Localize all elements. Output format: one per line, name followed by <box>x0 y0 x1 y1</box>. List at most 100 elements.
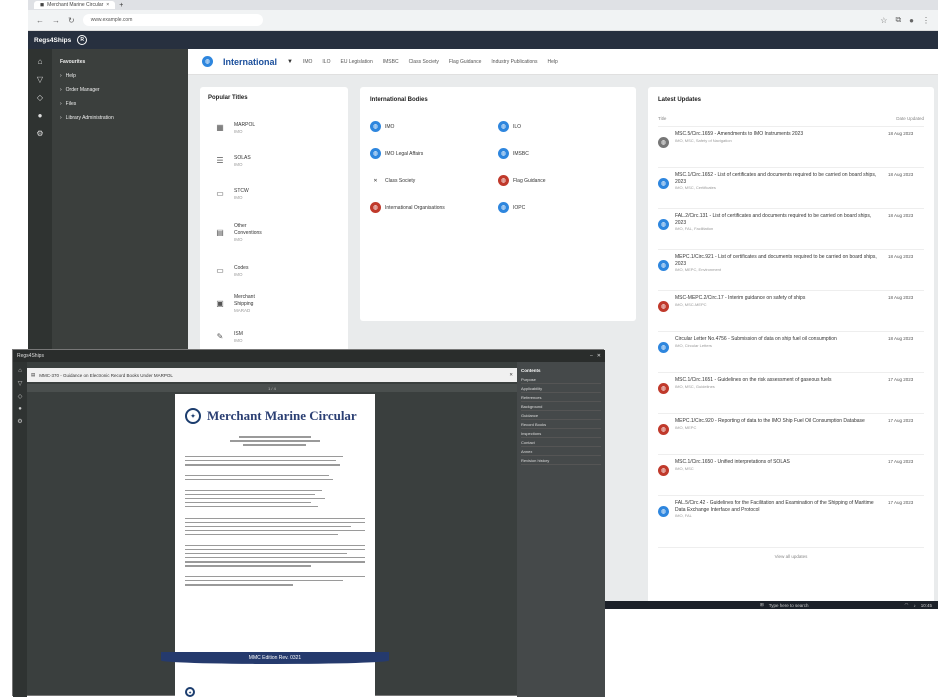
table-row[interactable]: ◍ FAL.5/Circ.42 - Guidelines for the Faci… <box>658 496 924 548</box>
minimize-icon[interactable]: – <box>590 353 593 359</box>
new-tab-button[interactable]: + <box>119 2 123 9</box>
settings-icon[interactable]: ⚙ <box>17 418 22 425</box>
profile-icon[interactable]: ● <box>38 111 43 120</box>
browser-menu-icon[interactable]: ⋮ <box>922 16 930 25</box>
popular-item[interactable]: ▤ Other Conventions IMO <box>208 210 340 254</box>
contents-item[interactable]: Applicability <box>521 384 601 393</box>
nav-link-flag[interactable]: Flag Guidance <box>449 59 482 65</box>
forward-icon[interactable]: → <box>52 16 60 25</box>
contents-item[interactable]: Record Books <box>521 420 601 429</box>
table-row[interactable]: ◍ MSC.5/Circ.1659 - Amendments to IMO Ins… <box>658 127 924 168</box>
contents-item[interactable]: Purpose <box>521 375 601 384</box>
org-link-flag[interactable]: ◍ Flag Guidance <box>498 175 626 186</box>
international-bodies-card: International Bodies ◍ IMO ◍ ILO ◍ IMO Lega… <box>360 87 636 321</box>
viewer-window-title: Regs4Ships <box>17 353 44 359</box>
contents-item[interactable]: Guidance <box>521 411 601 420</box>
browser-tab[interactable]: ◼ Merchant Marine Circular × <box>34 1 116 9</box>
globe-icon: ◍ <box>370 202 381 213</box>
org-link-intl-orgs[interactable]: ◍ International Organisations <box>370 202 498 213</box>
popular-item[interactable]: ▦ MARPOL IMO <box>208 111 340 144</box>
page-indicator: 1 / 4 <box>268 385 276 391</box>
org-link-imo[interactable]: ◍ IMO <box>370 121 498 132</box>
org-link-ilo[interactable]: ◍ ILO <box>498 121 626 132</box>
contents-item[interactable]: Revision history <box>521 456 601 465</box>
nav-link-class[interactable]: Class Society <box>409 59 439 65</box>
tag-icon[interactable]: ◇ <box>37 93 43 102</box>
code-icon: ▭ <box>216 266 224 275</box>
popular-item[interactable]: ☰ SOLAS IMO <box>208 144 340 177</box>
back-icon[interactable]: ← <box>36 16 44 25</box>
document-path: MMC-370 - Guidance on Electronic Record … <box>39 372 173 378</box>
page-title[interactable]: International <box>223 57 277 67</box>
table-row[interactable]: ◍ FAL.2/Circ.131 - List of certificates a… <box>658 209 924 250</box>
nav-link-imo[interactable]: IMO <box>303 59 312 65</box>
nav-link-imsbc[interactable]: IMSBC <box>383 59 399 65</box>
filter-icon[interactable]: ▽ <box>18 380 23 387</box>
table-row[interactable]: ◍ MEPC.1/Circ.920 - Reporting of data to … <box>658 414 924 455</box>
ship-icon: ▣ <box>216 299 224 308</box>
top-navigation: ◍ International ▼ IMO ILO EU Legislation… <box>188 49 938 75</box>
close-tab-icon[interactable]: × <box>106 2 109 8</box>
chevron-right-icon: › <box>60 73 62 79</box>
close-document-icon[interactable]: ✕ <box>509 372 517 378</box>
card-title: International Bodies <box>370 97 428 103</box>
sidebar-item-help[interactable]: › Help <box>52 69 188 83</box>
filter-icon[interactable]: ▽ <box>37 75 43 84</box>
bookmark-star-icon[interactable]: ☆ <box>880 16 887 25</box>
contents-item[interactable]: Contact <box>521 438 601 447</box>
tag-icon[interactable]: ◇ <box>18 393 23 400</box>
org-link-imo-legal[interactable]: ◍ IMO Legal Affairs <box>370 148 498 159</box>
table-row[interactable]: ◍ MSC.1/Circ.1650 - Unified interpretatio… <box>658 455 924 496</box>
contents-item[interactable]: Inspections <box>521 429 601 438</box>
taskbar-search[interactable]: Type here to search <box>769 603 809 608</box>
latest-updates-card: Latest Updates Title Date Updated ◍ MSC.5/… <box>648 87 934 607</box>
profile-icon[interactable]: ● <box>18 406 22 412</box>
wifi-icon[interactable]: ◠ <box>905 602 909 608</box>
windows-start-icon[interactable]: ⊞ <box>760 602 764 608</box>
table-row[interactable]: ◍ Circular Letter No.4756 - Submission of… <box>658 332 924 373</box>
globe-icon: ◍ <box>370 121 381 132</box>
close-icon[interactable]: ✕ <box>597 353 605 359</box>
contents-item[interactable]: Annex <box>521 447 601 456</box>
extensions-icon[interactable]: ⧉ <box>895 15 901 25</box>
taskbar-clock[interactable]: 10:45 <box>921 603 938 608</box>
agency-seal-icon: ✦ <box>185 408 201 424</box>
page-indicator-bar: 1 / 4 <box>27 384 517 392</box>
home-icon[interactable]: ⌂ <box>18 368 22 374</box>
org-link-imsbc[interactable]: ◍ IMSBC <box>498 148 626 159</box>
document-page-2: ✦ <box>175 686 375 697</box>
table-row[interactable]: ◍ MSC-MEPC.2/Circ.17 - Interim guidance o… <box>658 291 924 332</box>
org-link-iopc[interactable]: ◍ IOPC <box>498 202 626 213</box>
chevron-down-icon[interactable]: ▼ <box>287 59 293 65</box>
volume-icon[interactable]: ♪ <box>913 603 915 608</box>
document-title: Merchant Marine Circular <box>207 408 357 423</box>
org-link-class[interactable]: ✕ Class Society <box>370 175 498 186</box>
nav-link-help[interactable]: Help <box>548 59 558 65</box>
globe-icon: ◍ <box>658 178 669 189</box>
contents-item[interactable]: Background <box>521 402 601 411</box>
address-bar-row: ← → ↻ www.example.com ☆ ⧉ ● ⋮ <box>28 10 938 31</box>
globe-icon: ◍ <box>658 219 669 230</box>
popular-item[interactable]: ▭ STCW IMO <box>208 177 340 210</box>
settings-icon[interactable]: ⚙ <box>36 129 43 138</box>
app-brand[interactable]: Regs4Ships <box>34 37 71 44</box>
popular-item[interactable]: ▣ Merchant Shipping MARAD <box>208 287 340 320</box>
sidebar-section-title: Favourites <box>60 59 86 65</box>
table-row[interactable]: ◍ MSC.1/Circ.1651 - Guidelines on the ris… <box>658 373 924 414</box>
nav-link-ilo[interactable]: ILO <box>322 59 330 65</box>
url-input[interactable]: www.example.com <box>82 14 263 26</box>
table-row[interactable]: ◍ MEPC.1/Circ.921 - List of certificates … <box>658 250 924 291</box>
nav-link-eu[interactable]: EU Legislation <box>340 59 372 65</box>
view-all-link[interactable]: View all updates <box>658 554 924 559</box>
reload-icon[interactable]: ↻ <box>68 16 75 25</box>
sidebar-item-order-manager[interactable]: › Order Manager <box>52 83 188 97</box>
home-icon[interactable]: ⌂ <box>38 57 43 66</box>
table-row[interactable]: ◍ MSC.1/Circ.1652 - List of certificates … <box>658 168 924 209</box>
contents-item[interactable]: References <box>521 393 601 402</box>
sidebar-item-files[interactable]: › Files <box>52 97 188 111</box>
globe-icon: ◍ <box>658 465 669 476</box>
profile-icon[interactable]: ● <box>909 16 914 25</box>
popular-item[interactable]: ▭ Codes IMO <box>208 254 340 287</box>
nav-link-industry[interactable]: Industry Publications <box>491 59 537 65</box>
sidebar-item-library-admin[interactable]: › Library Administration <box>52 111 188 125</box>
